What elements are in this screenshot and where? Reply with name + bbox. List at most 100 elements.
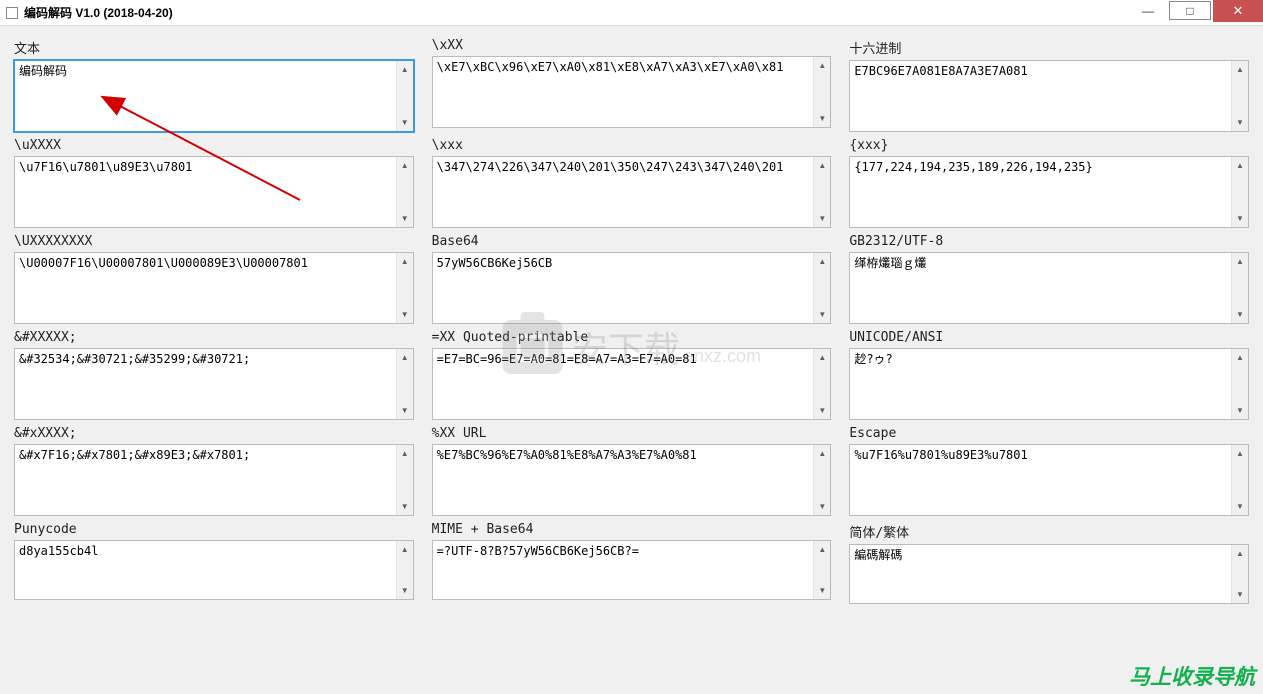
scrollbar[interactable]: ▲▼ <box>1231 349 1248 419</box>
scroll-down-icon[interactable]: ▼ <box>1232 586 1248 603</box>
minimize-button[interactable]: — <box>1127 0 1169 22</box>
value-bytes[interactable]: {177,224,194,235,189,226,194,235} <box>850 157 1231 227</box>
textarea-octal[interactable]: \347\274\226\347\240\201\350\247\243\347… <box>432 156 832 228</box>
textarea-u8[interactable]: \U00007F16\U00007801\U000089E3\U00007801… <box>14 252 414 324</box>
scrollbar[interactable]: ▲▼ <box>813 541 830 599</box>
scrollbar[interactable]: ▲▼ <box>813 57 830 127</box>
panel-entdec: &#XXXXX; &#32534;&#30721;&#35299;&#30721… <box>14 328 414 420</box>
label-qp: =XX Quoted-printable <box>432 328 832 348</box>
panel-enthex: &#xXXXX; &#x7F16;&#x7801;&#x89E3;&#x7801… <box>14 424 414 516</box>
textarea-escape[interactable]: %u7F16%u7801%u89E3%u7801 ▲▼ <box>849 444 1249 516</box>
scroll-down-icon[interactable]: ▼ <box>397 210 413 227</box>
scroll-down-icon[interactable]: ▼ <box>397 306 413 323</box>
label-octal: \xxx <box>432 136 832 156</box>
textarea-entdec[interactable]: &#32534;&#30721;&#35299;&#30721; ▲▼ <box>14 348 414 420</box>
value-enthex[interactable]: &#x7F16;&#x7801;&#x89E3;&#x7801; <box>15 445 396 515</box>
scroll-down-icon[interactable]: ▼ <box>397 582 413 599</box>
scroll-up-icon[interactable]: ▲ <box>397 445 413 462</box>
textarea-enthex[interactable]: &#x7F16;&#x7801;&#x89E3;&#x7801; ▲▼ <box>14 444 414 516</box>
textarea-gb2312[interactable]: 缂栫爜瑙ｇ爜 ▲▼ <box>849 252 1249 324</box>
textarea-trad[interactable]: 編碼解碼 ▲▼ <box>849 544 1249 604</box>
textarea-u4[interactable]: \u7F16\u7801\u89E3\u7801 ▲▼ <box>14 156 414 228</box>
textarea-text[interactable]: 编码解码 ▲▼ <box>14 60 414 132</box>
textarea-url[interactable]: %E7%BC%96%E7%A0%81%E8%A7%A3%E7%A0%81 ▲▼ <box>432 444 832 516</box>
maximize-button[interactable]: □ <box>1169 1 1211 20</box>
value-puny[interactable]: d8ya155cb4l <box>15 541 396 599</box>
close-button[interactable]: ✕ <box>1213 0 1263 22</box>
value-u4[interactable]: \u7F16\u7801\u89E3\u7801 <box>15 157 396 227</box>
textarea-mime[interactable]: =?UTF-8?B?57yW56CB6Kej56CB?= ▲▼ <box>432 540 832 600</box>
value-base64[interactable]: 57yW56CB6Kej56CB <box>433 253 814 323</box>
scroll-down-icon[interactable]: ▼ <box>1232 498 1248 515</box>
scroll-down-icon[interactable]: ▼ <box>814 582 830 599</box>
scroll-up-icon[interactable]: ▲ <box>1232 445 1248 462</box>
value-mime[interactable]: =?UTF-8?B?57yW56CB6Kej56CB?= <box>433 541 814 599</box>
value-gb2312[interactable]: 缂栫爜瑙ｇ爜 <box>850 253 1231 323</box>
app-icon <box>6 7 18 19</box>
scroll-down-icon[interactable]: ▼ <box>814 402 830 419</box>
panel-mime: MIME + Base64 =?UTF-8?B?57yW56CB6Kej56CB… <box>432 520 832 604</box>
scrollbar[interactable]: ▲▼ <box>1231 545 1248 603</box>
value-hex16[interactable]: E7BC96E7A081E8A7A3E7A081 <box>850 61 1231 131</box>
textarea-qp[interactable]: =E7=BC=96=E7=A0=81=E8=A7=A3=E7=A0=81 ▲▼ <box>432 348 832 420</box>
window-controls: — □ ✕ <box>1127 0 1263 22</box>
scroll-up-icon[interactable]: ▲ <box>397 349 413 366</box>
scroll-down-icon[interactable]: ▼ <box>1232 114 1248 131</box>
textarea-puny[interactable]: d8ya155cb4l ▲▼ <box>14 540 414 600</box>
scrollbar[interactable]: ▲▼ <box>396 253 413 323</box>
scroll-up-icon[interactable]: ▲ <box>814 57 830 74</box>
textarea-base64[interactable]: 57yW56CB6Kej56CB ▲▼ <box>432 252 832 324</box>
scroll-up-icon[interactable]: ▲ <box>397 253 413 270</box>
scroll-up-icon[interactable]: ▲ <box>814 541 830 558</box>
scrollbar[interactable]: ▲▼ <box>396 445 413 515</box>
value-u8[interactable]: \U00007F16\U00007801\U000089E3\U00007801 <box>15 253 396 323</box>
value-text[interactable]: 编码解码 <box>15 61 396 131</box>
scroll-down-icon[interactable]: ▼ <box>397 498 413 515</box>
scroll-down-icon[interactable]: ▼ <box>1232 210 1248 227</box>
scroll-down-icon[interactable]: ▼ <box>814 110 830 127</box>
scrollbar[interactable]: ▲▼ <box>396 61 413 131</box>
scroll-down-icon[interactable]: ▼ <box>814 210 830 227</box>
value-xhex[interactable]: \xE7\xBC\x96\xE7\xA0\x81\xE8\xA7\xA3\xE7… <box>433 57 814 127</box>
textarea-hex16[interactable]: E7BC96E7A081E8A7A3E7A081 ▲▼ <box>849 60 1249 132</box>
scrollbar[interactable]: ▲▼ <box>396 349 413 419</box>
scrollbar[interactable]: ▲▼ <box>813 157 830 227</box>
value-trad[interactable]: 編碼解碼 <box>850 545 1231 603</box>
scroll-down-icon[interactable]: ▼ <box>814 306 830 323</box>
scrollbar[interactable]: ▲▼ <box>813 349 830 419</box>
scrollbar[interactable]: ▲▼ <box>1231 253 1248 323</box>
scrollbar[interactable]: ▲▼ <box>813 253 830 323</box>
scroll-up-icon[interactable]: ▲ <box>814 445 830 462</box>
textarea-xhex[interactable]: \xE7\xBC\x96\xE7\xA0\x81\xE8\xA7\xA3\xE7… <box>432 56 832 128</box>
value-unicode[interactable]: 赻?ゥ? <box>850 349 1231 419</box>
scroll-up-icon[interactable]: ▲ <box>1232 157 1248 174</box>
value-url[interactable]: %E7%BC%96%E7%A0%81%E8%A7%A3%E7%A0%81 <box>433 445 814 515</box>
scroll-up-icon[interactable]: ▲ <box>1232 61 1248 78</box>
scroll-down-icon[interactable]: ▼ <box>814 498 830 515</box>
scroll-down-icon[interactable]: ▼ <box>397 114 413 131</box>
scroll-up-icon[interactable]: ▲ <box>397 61 413 78</box>
textarea-unicode[interactable]: 赻?ゥ? ▲▼ <box>849 348 1249 420</box>
scrollbar[interactable]: ▲▼ <box>813 445 830 515</box>
scrollbar[interactable]: ▲▼ <box>1231 61 1248 131</box>
scrollbar[interactable]: ▲▼ <box>1231 157 1248 227</box>
scroll-up-icon[interactable]: ▲ <box>814 253 830 270</box>
scrollbar[interactable]: ▲▼ <box>1231 445 1248 515</box>
value-octal[interactable]: \347\274\226\347\240\201\350\247\243\347… <box>433 157 814 227</box>
scroll-down-icon[interactable]: ▼ <box>1232 306 1248 323</box>
scroll-down-icon[interactable]: ▼ <box>1232 402 1248 419</box>
scroll-up-icon[interactable]: ▲ <box>814 157 830 174</box>
scroll-up-icon[interactable]: ▲ <box>397 157 413 174</box>
scroll-up-icon[interactable]: ▲ <box>1232 545 1248 562</box>
value-entdec[interactable]: &#32534;&#30721;&#35299;&#30721; <box>15 349 396 419</box>
scroll-up-icon[interactable]: ▲ <box>1232 253 1248 270</box>
value-escape[interactable]: %u7F16%u7801%u89E3%u7801 <box>850 445 1231 515</box>
scroll-up-icon[interactable]: ▲ <box>1232 349 1248 366</box>
scroll-up-icon[interactable]: ▲ <box>397 541 413 558</box>
scroll-down-icon[interactable]: ▼ <box>397 402 413 419</box>
scrollbar[interactable]: ▲▼ <box>396 541 413 599</box>
scroll-up-icon[interactable]: ▲ <box>814 349 830 366</box>
value-qp[interactable]: =E7=BC=96=E7=A0=81=E8=A7=A3=E7=A0=81 <box>433 349 814 419</box>
scrollbar[interactable]: ▲▼ <box>396 157 413 227</box>
textarea-bytes[interactable]: {177,224,194,235,189,226,194,235} ▲▼ <box>849 156 1249 228</box>
